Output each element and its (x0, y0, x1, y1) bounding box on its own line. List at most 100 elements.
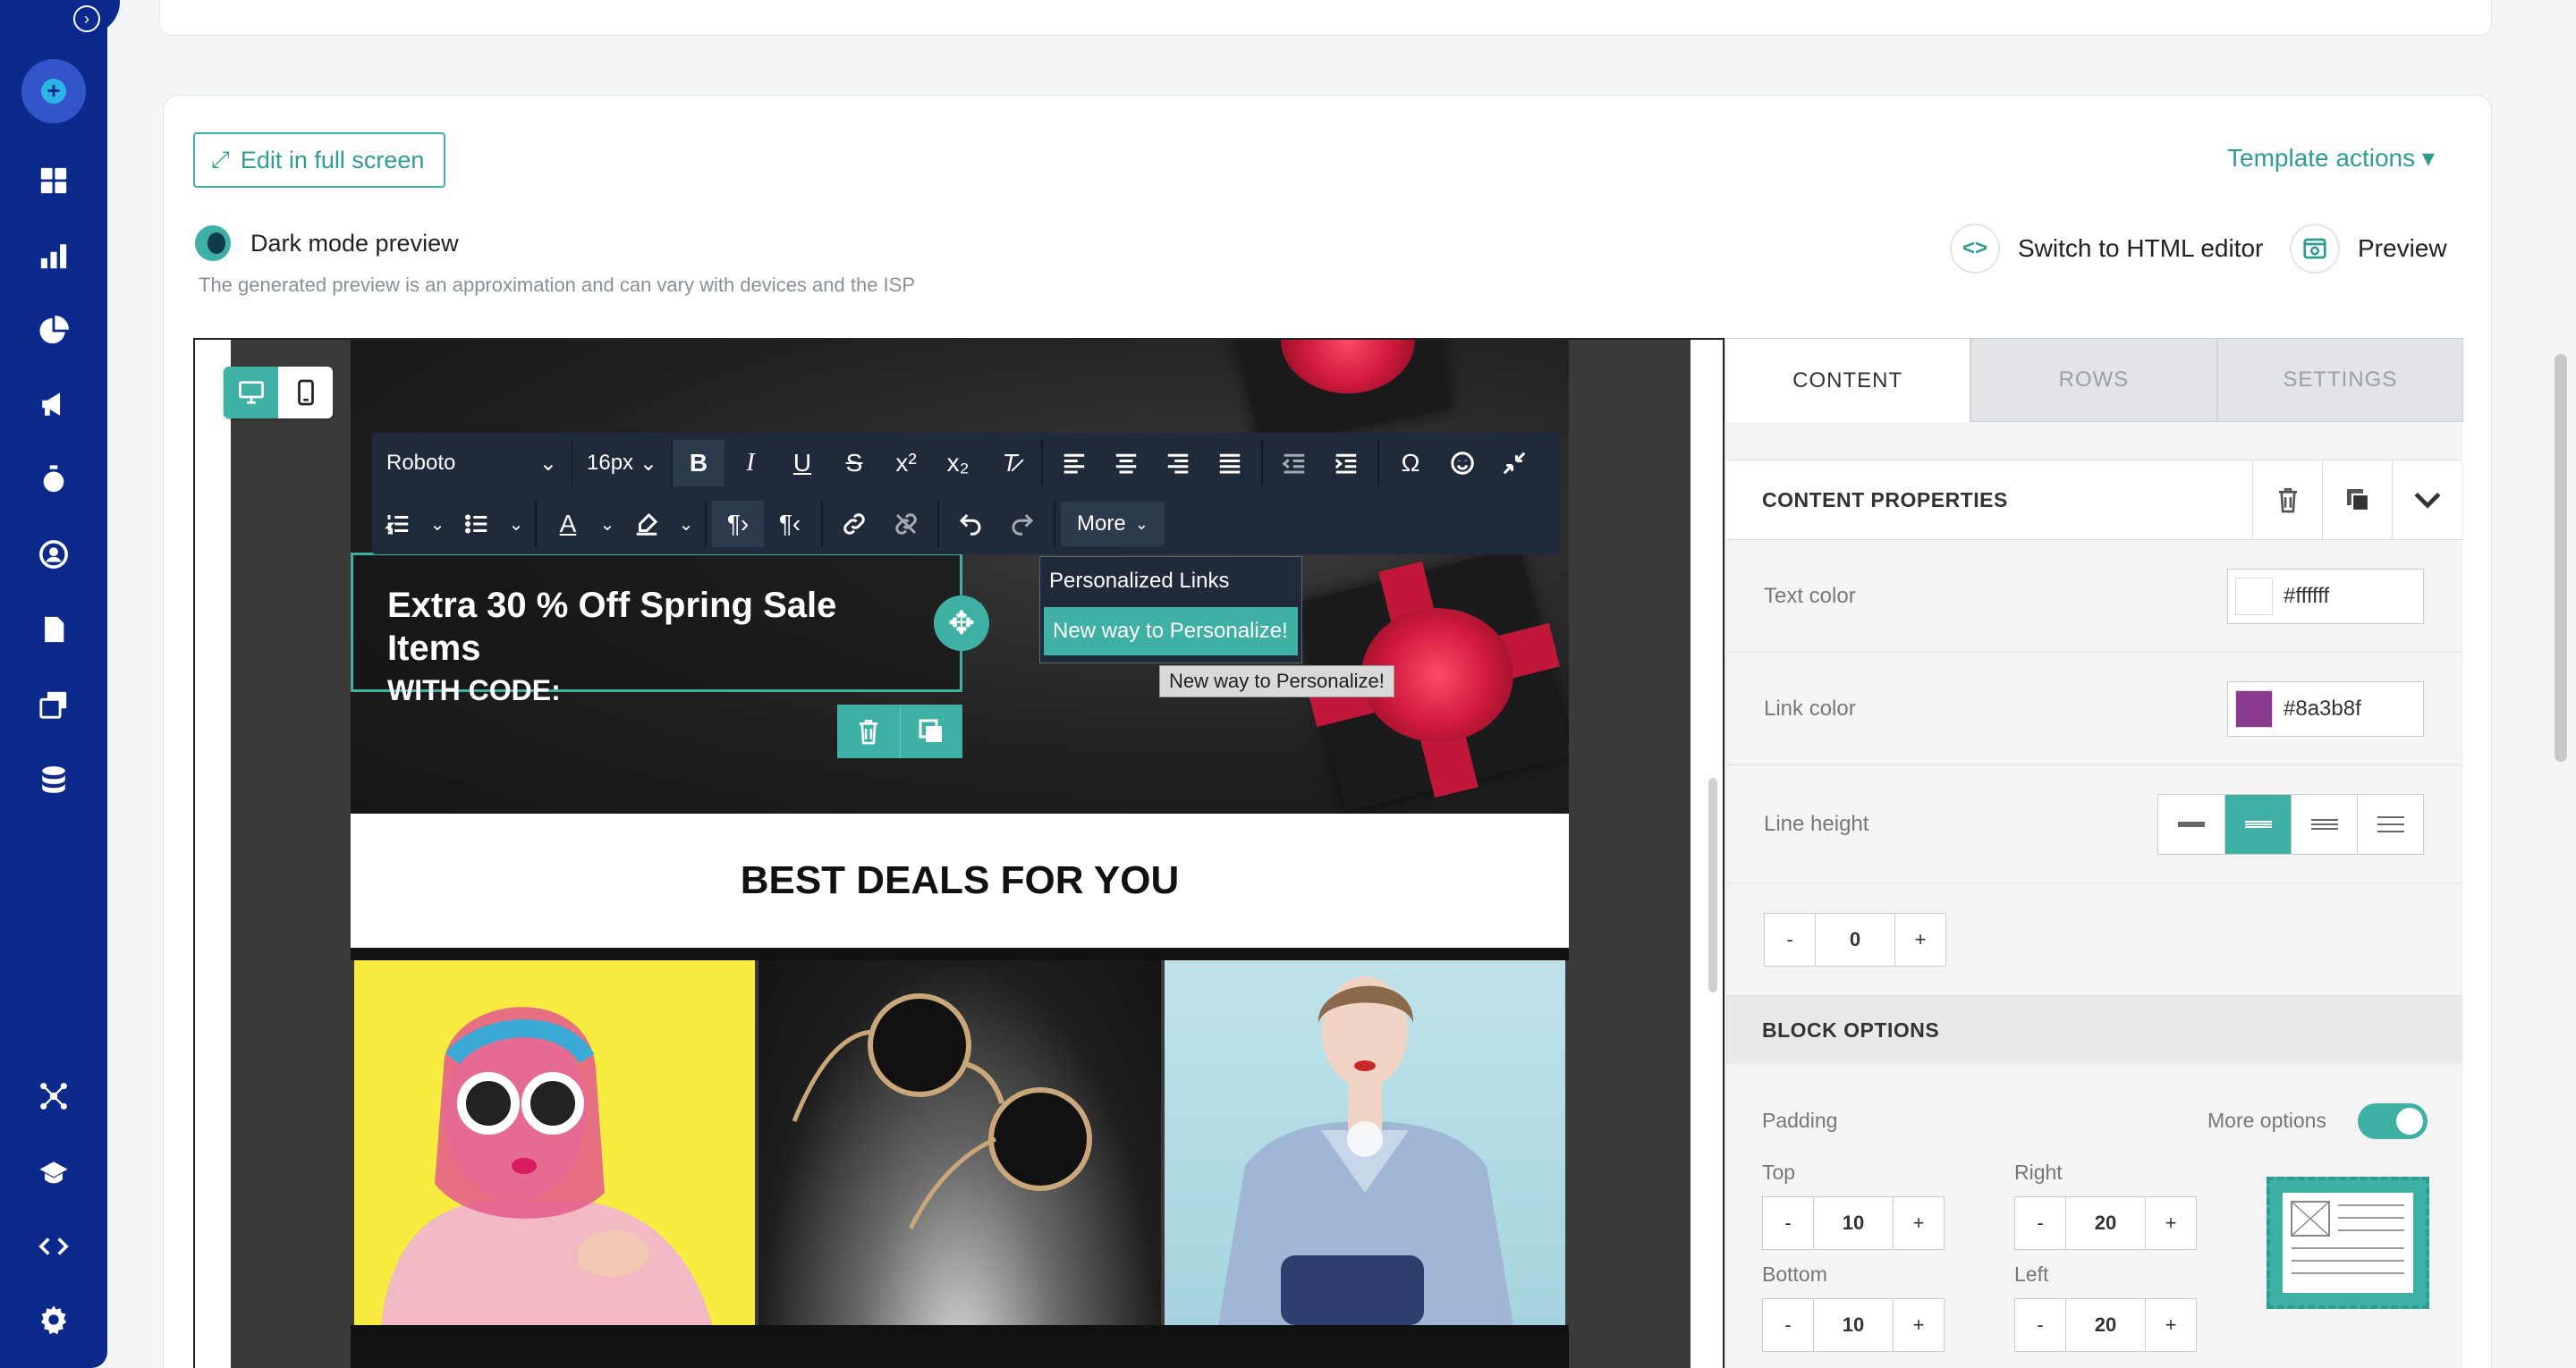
padding-right-value[interactable]: 20 (2065, 1197, 2146, 1249)
collapse-toolbar-button[interactable] (1488, 440, 1540, 486)
tab-content[interactable]: CONTENT (1724, 338, 1971, 422)
deals-title[interactable]: BEST DEALS FOR YOU (741, 858, 1180, 903)
increment-button[interactable]: + (1894, 1197, 1944, 1249)
chevron-down-icon[interactable]: ⌄ (594, 501, 621, 547)
align-left-button[interactable] (1048, 440, 1100, 486)
text-color-button[interactable]: A (542, 501, 594, 547)
bullet-list-button[interactable] (451, 501, 503, 547)
database-icon[interactable] (36, 762, 72, 798)
chevron-down-icon[interactable]: ⌄ (503, 501, 530, 547)
line-height-loose-button[interactable] (2357, 794, 2423, 854)
more-options-toggle[interactable] (2358, 1103, 2428, 1139)
more-menu-button[interactable]: More ⌄ (1061, 502, 1165, 546)
nav-expand-button[interactable]: › (55, 0, 120, 34)
stats-icon[interactable] (36, 238, 72, 274)
font-family-select[interactable]: Roboto ⌄ (372, 440, 572, 486)
font-size-select[interactable]: 16px ⌄ (572, 440, 673, 486)
link-color-swatch[interactable] (2235, 689, 2273, 728)
decrement-button[interactable]: - (1765, 914, 1815, 966)
integrations-icon[interactable] (36, 1078, 72, 1114)
switch-html-editor-button[interactable]: <> Switch to HTML editor (1950, 224, 2263, 274)
chevron-down-icon[interactable]: ⌄ (424, 501, 451, 547)
decrement-button[interactable]: - (1763, 1299, 1813, 1351)
decrement-button[interactable]: - (2015, 1197, 2065, 1249)
decrement-button[interactable]: - (2015, 1299, 2065, 1351)
text-color-input[interactable]: #ffffff (2227, 568, 2424, 624)
toolbar-divider (1041, 440, 1043, 486)
outdent-button[interactable] (1268, 440, 1320, 486)
move-icon[interactable]: ✥ (934, 595, 989, 651)
increment-button[interactable]: + (2146, 1197, 2196, 1249)
line-height-compact-button[interactable] (2158, 795, 2224, 854)
collapse-section-button[interactable] (2392, 460, 2462, 539)
contacts-icon[interactable] (36, 536, 72, 572)
tab-rows[interactable]: ROWS (1970, 338, 2217, 422)
pie-chart-icon[interactable] (36, 313, 72, 349)
letter-spacing-value[interactable]: 0 (1815, 913, 1895, 966)
clear-format-button[interactable]: T̷ (984, 440, 1036, 486)
align-right-button[interactable] (1152, 440, 1204, 486)
page-scrollbar[interactable] (2555, 354, 2567, 762)
dark-mode-toggle[interactable]: Dark mode preview (195, 225, 459, 261)
redo-button[interactable] (996, 501, 1048, 547)
desktop-view-button[interactable] (224, 367, 278, 418)
product-image-denim-model[interactable] (1165, 960, 1565, 1325)
padding-left-value[interactable]: 20 (2065, 1299, 2146, 1351)
emoji-button[interactable] (1436, 440, 1488, 486)
create-button[interactable]: + (21, 59, 86, 123)
template-actions-dropdown[interactable]: Template actions ▾ (2227, 143, 2435, 173)
duplicate-content-button[interactable] (2322, 460, 2392, 539)
templates-icon[interactable] (36, 687, 72, 722)
indent-button[interactable] (1320, 440, 1372, 486)
delete-content-button[interactable] (2252, 460, 2322, 539)
subscript-button[interactable]: x₂ (932, 440, 984, 486)
bold-button[interactable]: B (673, 440, 724, 486)
highlight-button[interactable] (621, 501, 673, 547)
special-char-button[interactable]: Ω (1385, 440, 1436, 486)
undo-button[interactable] (945, 501, 996, 547)
rtl-button[interactable]: ¶‹ (764, 501, 816, 547)
text-block-selected[interactable]: Extra 30 % Off Spring Sale Items WITH CO… (351, 553, 962, 706)
padding-bottom-value[interactable]: 10 (1813, 1299, 1894, 1351)
increment-button[interactable]: + (1894, 1299, 1944, 1351)
mobile-view-button[interactable] (278, 367, 333, 418)
edit-fullscreen-button[interactable]: ⤢ Edit in full screen (193, 132, 445, 188)
tab-settings[interactable]: SETTINGS (2216, 338, 2463, 422)
stopwatch-icon[interactable] (36, 461, 72, 497)
academy-icon[interactable] (36, 1155, 72, 1191)
delete-block-button[interactable] (837, 705, 900, 758)
padding-top-value[interactable]: 10 (1813, 1197, 1894, 1249)
megaphone-icon[interactable] (36, 386, 72, 422)
underline-button[interactable]: U (776, 440, 828, 486)
hero-headline[interactable]: Extra 30 % Off Spring Sale Items (387, 584, 926, 670)
duplicate-block-button[interactable] (899, 705, 963, 758)
chevron-down-icon[interactable]: ⌄ (673, 501, 699, 547)
code-icon[interactable] (36, 1229, 72, 1264)
text-color-swatch[interactable] (2235, 577, 2273, 615)
ltr-button[interactable]: ¶› (712, 501, 764, 547)
line-height-normal-button[interactable] (2224, 794, 2291, 854)
superscript-button[interactable]: x² (880, 440, 932, 486)
menu-item-new-personalize[interactable]: New way to Personalize! (1044, 607, 1298, 655)
italic-button[interactable]: I (724, 440, 776, 486)
preview-button[interactable]: Preview (2290, 224, 2447, 274)
link-color-input[interactable]: #8a3b8f (2227, 680, 2424, 737)
document-icon[interactable] (36, 612, 72, 647)
increment-button[interactable]: + (2146, 1299, 2196, 1351)
deals-section[interactable]: BEST DEALS FOR YOU (351, 814, 1569, 948)
settings-icon[interactable] (36, 1302, 72, 1338)
menu-item-personalized-links[interactable]: Personalized Links (1040, 557, 1301, 605)
insert-link-button[interactable] (828, 501, 880, 547)
unlink-button[interactable] (880, 501, 932, 547)
dashboard-icon[interactable] (36, 163, 72, 198)
ordered-list-button[interactable] (372, 501, 424, 547)
align-center-button[interactable] (1100, 440, 1152, 486)
product-image-sunglasses[interactable] (758, 960, 1161, 1325)
increment-button[interactable]: + (1895, 914, 1945, 966)
product-image-woman-scarf[interactable] (354, 960, 755, 1325)
line-height-relaxed-button[interactable] (2291, 794, 2357, 854)
strikethrough-button[interactable]: S (828, 440, 880, 486)
justify-button[interactable] (1204, 440, 1256, 486)
decrement-button[interactable]: - (1763, 1197, 1813, 1249)
canvas-scrollbar[interactable] (1708, 778, 1717, 992)
